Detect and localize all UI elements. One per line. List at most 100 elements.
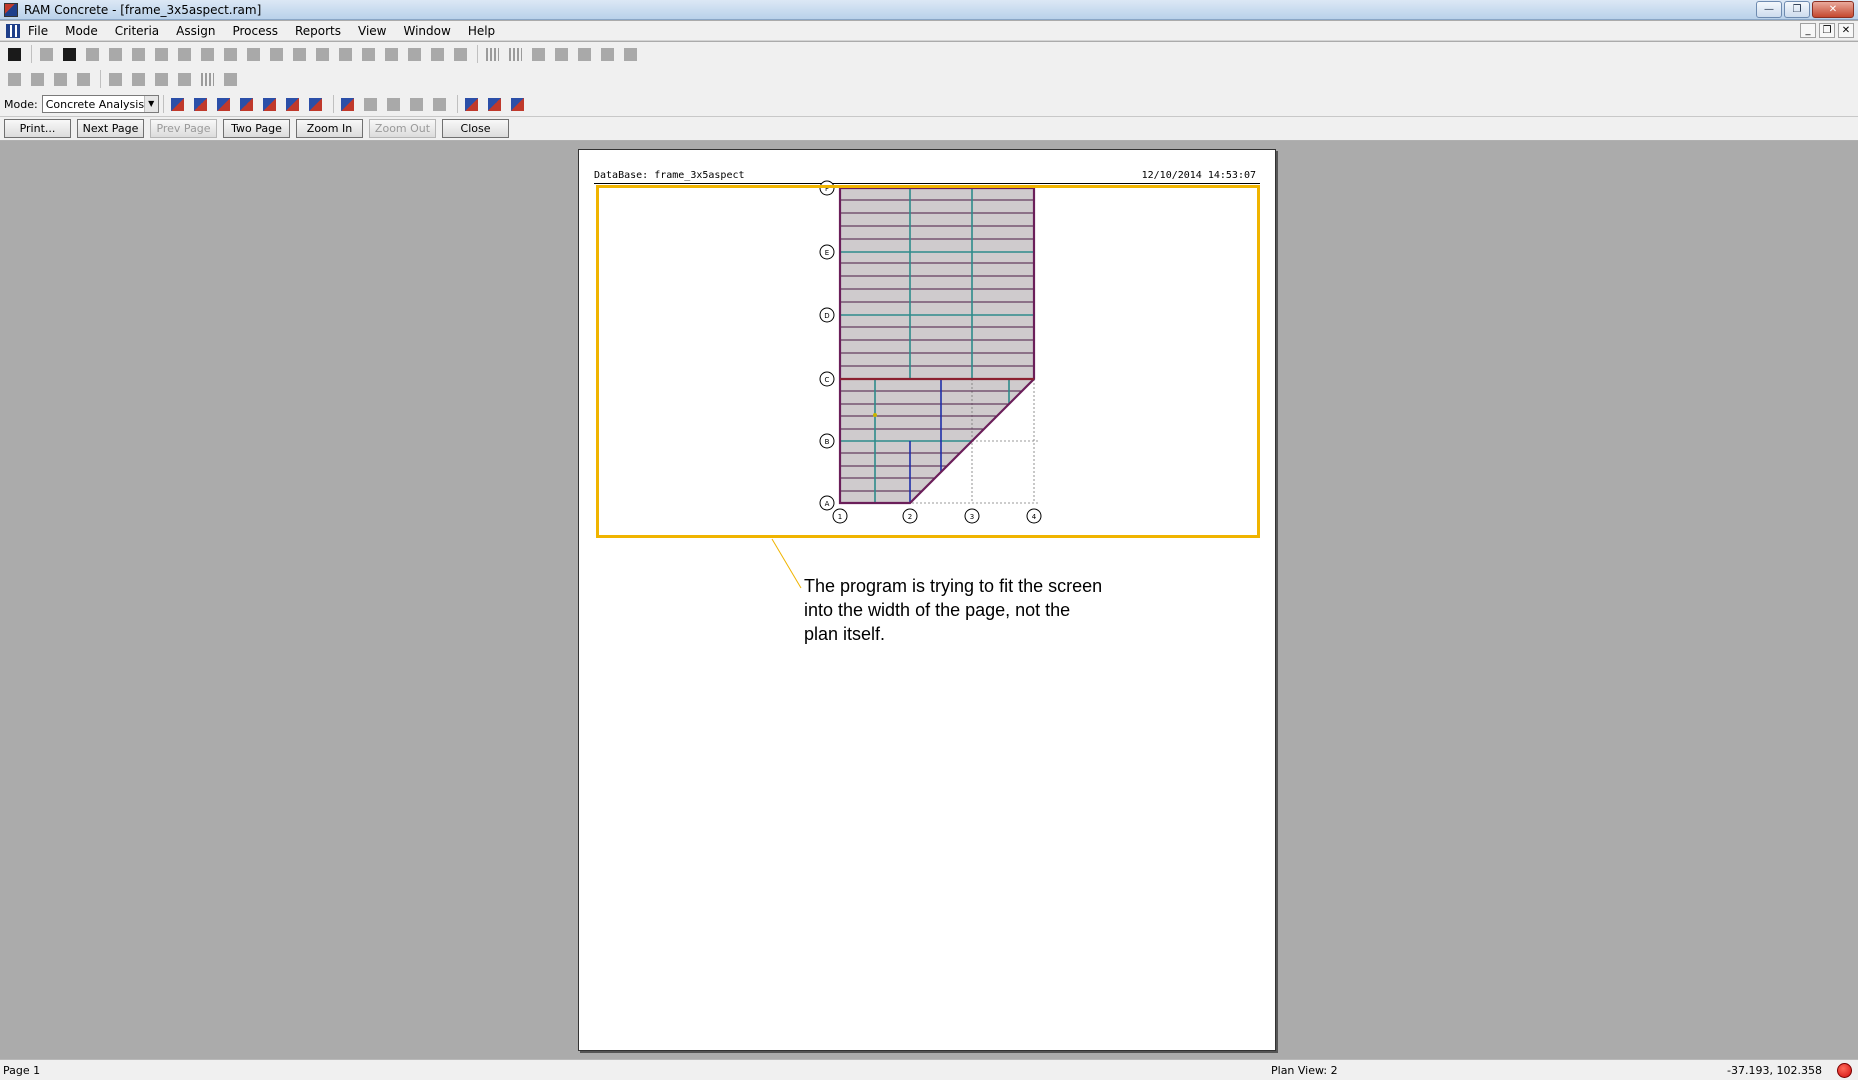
- wall-tool-icon[interactable]: [73, 69, 93, 89]
- analysis-icon-7[interactable]: [306, 94, 326, 114]
- print-icon[interactable]: [36, 44, 56, 64]
- menu-view[interactable]: View: [358, 24, 386, 38]
- level-icon-4[interactable]: [551, 44, 571, 64]
- level-icon-7[interactable]: [620, 44, 640, 64]
- status-coordinates: -37.193, 102.358: [1727, 1064, 1822, 1077]
- report-icon-1[interactable]: [462, 94, 482, 114]
- window-controls: — ❐ ✕: [1756, 1, 1854, 18]
- brace-tool-icon[interactable]: [105, 69, 125, 89]
- pan-icon[interactable]: [243, 44, 263, 64]
- results-icon-1[interactable]: [361, 94, 381, 114]
- footing-tool-icon[interactable]: [151, 69, 171, 89]
- arch-icon[interactable]: [427, 44, 447, 64]
- main-toolbar: [0, 43, 1858, 65]
- analysis-icon-6[interactable]: [283, 94, 303, 114]
- analysis-icon-2[interactable]: [191, 94, 211, 114]
- support-tool-icon[interactable]: [174, 69, 194, 89]
- layout-icon[interactable]: [197, 44, 217, 64]
- document-icon[interactable]: [6, 23, 20, 38]
- prev-page-button[interactable]: Prev Page: [150, 119, 217, 138]
- next-page-button[interactable]: Next Page: [77, 119, 144, 138]
- analysis-icon-5[interactable]: [260, 94, 280, 114]
- modeling-toolbar: [0, 68, 1858, 90]
- menu-window[interactable]: Window: [403, 24, 450, 38]
- status-plan-view: Plan View: 2: [1271, 1064, 1338, 1077]
- results-icon-2[interactable]: [384, 94, 404, 114]
- level-icon-1[interactable]: [482, 44, 502, 64]
- doc-restore-button[interactable]: ❐: [1819, 23, 1835, 38]
- slab-tool-icon[interactable]: [50, 69, 70, 89]
- mode-dropdown[interactable]: Concrete Analysis ▼: [41, 95, 159, 113]
- level-icon-6[interactable]: [597, 44, 617, 64]
- report-icon-3[interactable]: [508, 94, 528, 114]
- doc-close-button[interactable]: ✕: [1838, 23, 1854, 38]
- menu-reports[interactable]: Reports: [295, 24, 341, 38]
- close-preview-button[interactable]: Close: [442, 119, 509, 138]
- highlight-box: [596, 185, 1260, 538]
- menu-assign[interactable]: Assign: [176, 24, 215, 38]
- menu-process[interactable]: Process: [232, 24, 278, 38]
- menu-criteria[interactable]: Criteria: [115, 24, 159, 38]
- results-icon-3[interactable]: [407, 94, 427, 114]
- analysis-icon-4[interactable]: [237, 94, 257, 114]
- toolbar-separator: [31, 45, 32, 63]
- restore-button[interactable]: ❐: [1784, 1, 1810, 18]
- app-icon: [4, 2, 18, 17]
- frame-icon[interactable]: [404, 44, 424, 64]
- plan-view-icon[interactable]: [105, 44, 125, 64]
- binoculars-icon[interactable]: [151, 44, 171, 64]
- joint-tool-icon[interactable]: [128, 69, 148, 89]
- toolbar-separator: [332, 95, 334, 113]
- callout-leader: [771, 538, 802, 589]
- title-bar: RAM Concrete - [frame_3x5aspect.ram] — ❐…: [0, 0, 1858, 20]
- undo-view-icon[interactable]: [358, 44, 378, 64]
- menu-file[interactable]: File: [28, 24, 48, 38]
- analysis-icon-1[interactable]: [168, 94, 188, 114]
- toolbar-separator: [456, 95, 458, 113]
- elevation-view-icon[interactable]: [128, 44, 148, 64]
- zoom-out-icon[interactable]: [312, 44, 332, 64]
- minimize-button[interactable]: —: [1756, 1, 1782, 18]
- save-icon[interactable]: [4, 44, 24, 64]
- level-icon-5[interactable]: [574, 44, 594, 64]
- zoom-out-button[interactable]: Zoom Out: [369, 119, 436, 138]
- toolbar-separator: [162, 95, 164, 113]
- status-bar: Page 1 Plan View: 2 -37.193, 102.358: [0, 1059, 1858, 1080]
- mesh-tool-icon[interactable]: [197, 69, 217, 89]
- level-icon-2[interactable]: [505, 44, 525, 64]
- mode-toolbar: Mode: Concrete Analysis ▼: [0, 93, 1858, 115]
- status-indicator-icon[interactable]: [1837, 1063, 1852, 1078]
- beam-icon[interactable]: [381, 44, 401, 64]
- frame-view-icon[interactable]: [82, 44, 102, 64]
- preview-page: DataBase: frame_3x5aspect 12/10/2014 14:…: [578, 149, 1276, 1051]
- zoom-in-button[interactable]: Zoom In: [296, 119, 363, 138]
- menu-mode[interactable]: Mode: [65, 24, 98, 38]
- menu-help[interactable]: Help: [468, 24, 495, 38]
- status-page: Page 1: [3, 1064, 41, 1077]
- report-icon-2[interactable]: [485, 94, 505, 114]
- calculator-icon[interactable]: [59, 44, 79, 64]
- beam-tool-icon[interactable]: [27, 69, 47, 89]
- close-window-button[interactable]: ✕: [1812, 1, 1854, 18]
- zoom-extents-icon[interactable]: [335, 44, 355, 64]
- column-tool-icon[interactable]: [4, 69, 24, 89]
- zoom-window-icon[interactable]: [266, 44, 286, 64]
- grid-icon[interactable]: [220, 44, 240, 64]
- diagram-icon[interactable]: [338, 94, 358, 114]
- annotation-text: The program is trying to fit the screen …: [804, 576, 1103, 644]
- print-button[interactable]: Print...: [4, 119, 71, 138]
- analysis-icon-3[interactable]: [214, 94, 234, 114]
- zoom-in-icon[interactable]: [289, 44, 309, 64]
- print-preview-toolbar: Print... Next Page Prev Page Two Page Zo…: [0, 117, 1858, 141]
- level-icon-3[interactable]: [528, 44, 548, 64]
- table-tool-icon[interactable]: [220, 69, 240, 89]
- doc-minimize-button[interactable]: _: [1800, 23, 1816, 38]
- window-title: RAM Concrete - [frame_3x5aspect.ram]: [24, 2, 262, 17]
- results-icon-4[interactable]: [430, 94, 450, 114]
- mode-label: Mode:: [4, 97, 38, 111]
- mode-dropdown-value: Concrete Analysis: [45, 97, 145, 111]
- two-page-button[interactable]: Two Page: [223, 119, 290, 138]
- section-icon[interactable]: [450, 44, 470, 64]
- chevron-down-icon[interactable]: ▼: [143, 96, 158, 112]
- column-chart-icon[interactable]: [174, 44, 194, 64]
